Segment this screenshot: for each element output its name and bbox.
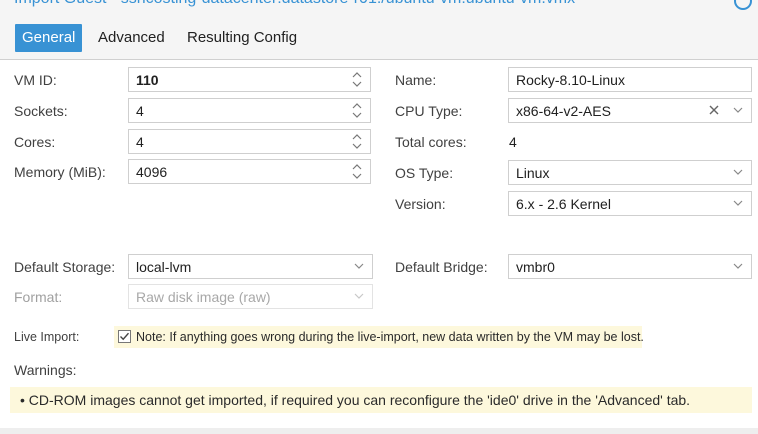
spinner-icon[interactable] — [352, 71, 362, 88]
warnings-label: Warnings: — [14, 362, 77, 378]
spinner-icon[interactable] — [352, 102, 362, 119]
os-type-select[interactable]: Linux — [508, 160, 752, 185]
spinner-icon[interactable] — [352, 133, 362, 150]
format-select: Raw disk image (raw) — [128, 284, 373, 309]
dialog-bottom-border — [0, 428, 758, 434]
cores-field[interactable]: 4 — [128, 129, 371, 154]
memory-field[interactable]: 4096 — [128, 159, 371, 184]
sockets-field[interactable]: 4 — [128, 98, 371, 123]
live-import-label: Live Import: — [14, 330, 80, 344]
sockets-label: Sockets: — [14, 103, 68, 119]
default-storage-label: Default Storage: — [14, 259, 116, 275]
total-cores-value: 4 — [509, 134, 517, 150]
cpu-type-label: CPU Type: — [395, 103, 463, 119]
chevron-down-icon[interactable] — [733, 106, 743, 115]
live-import-note-text: Note: If anything goes wrong during the … — [136, 330, 644, 344]
default-bridge-label: Default Bridge: — [395, 259, 488, 275]
tab-bar: General Advanced Resulting Config — [0, 14, 758, 60]
sockets-value: 4 — [136, 103, 144, 119]
chevron-down-icon[interactable] — [733, 199, 743, 208]
format-value: Raw disk image (raw) — [136, 289, 271, 305]
tab-general[interactable]: General — [15, 24, 83, 52]
dialog-titlebar: Import Guest - sshcosting-datacenter:dat… — [0, 0, 758, 14]
warning-item: • CD-ROM images cannot get imported, if … — [10, 387, 752, 413]
os-type-label: OS Type: — [395, 165, 454, 181]
version-label: Version: — [395, 196, 446, 212]
tab-advanced[interactable]: Advanced — [91, 24, 172, 52]
default-storage-select[interactable]: local-lvm — [128, 254, 373, 279]
dialog-title: Import Guest - sshcosting-datacenter:dat… — [14, 0, 575, 8]
cpu-type-value: x86-64-v2-AES — [516, 103, 611, 119]
name-field[interactable]: Rocky-8.10-Linux — [508, 67, 752, 92]
format-label: Format: — [14, 289, 63, 305]
chevron-down-icon[interactable] — [733, 262, 743, 271]
vmid-label: VM ID: — [14, 72, 57, 88]
cores-label: Cores: — [14, 134, 56, 150]
chevron-down-icon — [354, 293, 364, 299]
name-value: Rocky-8.10-Linux — [516, 72, 625, 88]
total-cores-label: Total cores: — [395, 134, 467, 150]
vmid-value: 110 — [136, 72, 159, 88]
vmid-field[interactable]: 110 — [128, 67, 371, 92]
warning-message: CD-ROM images cannot get imported, if re… — [28, 392, 691, 408]
os-type-value: Linux — [516, 165, 550, 181]
version-select[interactable]: 6.x - 2.6 Kernel — [508, 191, 752, 216]
checkbox-checked-icon[interactable] — [118, 330, 131, 343]
version-value: 6.x - 2.6 Kernel — [516, 196, 611, 212]
name-label: Name: — [395, 72, 437, 88]
spinner-icon[interactable] — [352, 163, 362, 180]
memory-value: 4096 — [136, 164, 168, 180]
chevron-down-icon[interactable] — [354, 262, 364, 271]
default-bridge-value: vmbr0 — [516, 259, 555, 275]
help-icon[interactable] — [734, 0, 752, 10]
chevron-down-icon[interactable] — [733, 168, 743, 177]
warning-text: • CD-ROM images cannot get imported, if … — [20, 392, 691, 408]
memory-label: Memory (MiB): — [14, 164, 106, 180]
clear-icon[interactable] — [709, 105, 719, 115]
cpu-type-select[interactable]: x86-64-v2-AES — [508, 98, 752, 123]
general-panel: VM ID: 110 Sockets: 4 Cores: 4 Memory (M… — [0, 60, 758, 434]
cores-value: 4 — [136, 134, 144, 150]
default-bridge-select[interactable]: vmbr0 — [508, 254, 752, 279]
live-import-note: Note: If anything goes wrong during the … — [114, 326, 644, 348]
tab-resulting-config[interactable]: Resulting Config — [180, 24, 304, 52]
default-storage-value: local-lvm — [136, 259, 192, 275]
